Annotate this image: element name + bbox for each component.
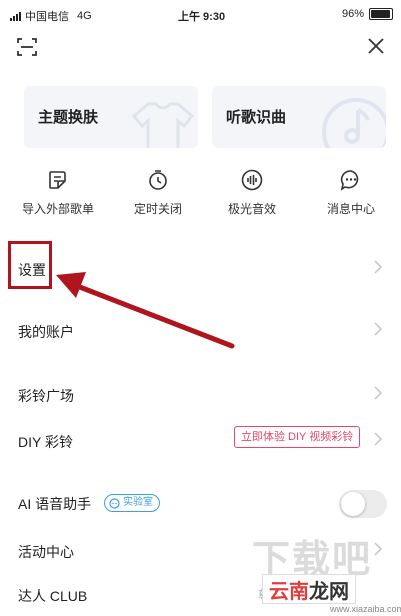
- ringtone-square-label: 彩铃广场: [18, 388, 74, 404]
- menu-row-ringtone-square[interactable]: 彩铃广场: [0, 372, 401, 416]
- sound-effect-button[interactable]: 极光音效: [206, 168, 298, 217]
- quick-actions: 导入外部歌单 定时关闭 极光音效 消息中心: [0, 168, 401, 222]
- message-center-label: 消息中心: [326, 202, 375, 216]
- signal-icon: [10, 11, 21, 21]
- menu-row-my-account[interactable]: 我的账户: [0, 308, 401, 352]
- close-icon[interactable]: [366, 36, 386, 56]
- timer-button[interactable]: 定时关闭: [112, 168, 204, 217]
- menu-row-settings[interactable]: 设置: [0, 246, 401, 290]
- import-playlist-button[interactable]: 导入外部歌单: [12, 168, 104, 217]
- settings-highlight-box: [8, 241, 52, 289]
- music-note-icon: [322, 98, 386, 148]
- menu-row-diy-ringtone[interactable]: DIY 彩铃 立即体验 DIY 视频彩铃: [0, 418, 401, 462]
- chevron-right-icon: [374, 542, 382, 556]
- diy-ringtone-label: DIY 彩铃: [18, 434, 73, 450]
- watermark-brand: 云南 龙网: [262, 574, 356, 604]
- watermark-brand-a: 云南: [269, 580, 309, 603]
- watermark-url: www.xiazaiba.com: [330, 604, 401, 614]
- message-icon: [340, 170, 359, 191]
- carrier-label: 中国电信: [25, 11, 69, 23]
- chevron-right-icon: [374, 432, 382, 446]
- sound-effect-icon: [241, 169, 263, 191]
- diy-promo-badge[interactable]: 立即体验 DIY 视频彩铃: [234, 426, 361, 448]
- status-time: 上午 9:30: [178, 11, 226, 23]
- message-center-button[interactable]: 消息中心: [305, 168, 397, 217]
- ai-assistant-toggle[interactable]: [339, 490, 387, 518]
- battery-percent: 96%: [341, 8, 364, 20]
- top-bar: [0, 30, 401, 64]
- timer-icon: [149, 170, 167, 190]
- tshirt-icon: [132, 102, 194, 148]
- menu-row-ai-assistant: AI 语音助手 实验室: [0, 480, 401, 524]
- chevron-right-icon: [374, 322, 382, 336]
- watermark-brand-b: 龙网: [309, 580, 349, 603]
- chevron-right-icon: [374, 260, 382, 274]
- status-bar: 中国电信 4G 上午 9:30 96%: [0, 0, 401, 28]
- activity-center-label: 活动中心: [18, 544, 74, 560]
- song-recognition-label: 听歌识曲: [226, 109, 287, 126]
- sound-effect-label: 极光音效: [227, 202, 276, 216]
- chevron-right-icon: [374, 386, 382, 400]
- battery-icon: [369, 8, 393, 20]
- song-recognition-card[interactable]: 听歌识曲: [212, 86, 386, 148]
- import-playlist-icon: [49, 171, 66, 189]
- network-label: 4G: [77, 10, 92, 22]
- theme-skin-card[interactable]: 主题换肤: [24, 86, 198, 148]
- lab-badge-label: 实验室: [123, 497, 153, 508]
- vip-club-label: 达人 CLUB: [18, 588, 88, 604]
- scan-icon[interactable]: [16, 36, 38, 58]
- lab-icon: [109, 497, 120, 509]
- my-account-label: 我的账户: [18, 324, 74, 340]
- import-playlist-label: 导入外部歌单: [21, 202, 94, 216]
- lab-badge: 实验室: [104, 494, 160, 512]
- timer-label: 定时关闭: [133, 202, 182, 216]
- theme-skin-label: 主题换肤: [38, 109, 99, 126]
- ai-assistant-label: AI 语音助手: [18, 496, 92, 512]
